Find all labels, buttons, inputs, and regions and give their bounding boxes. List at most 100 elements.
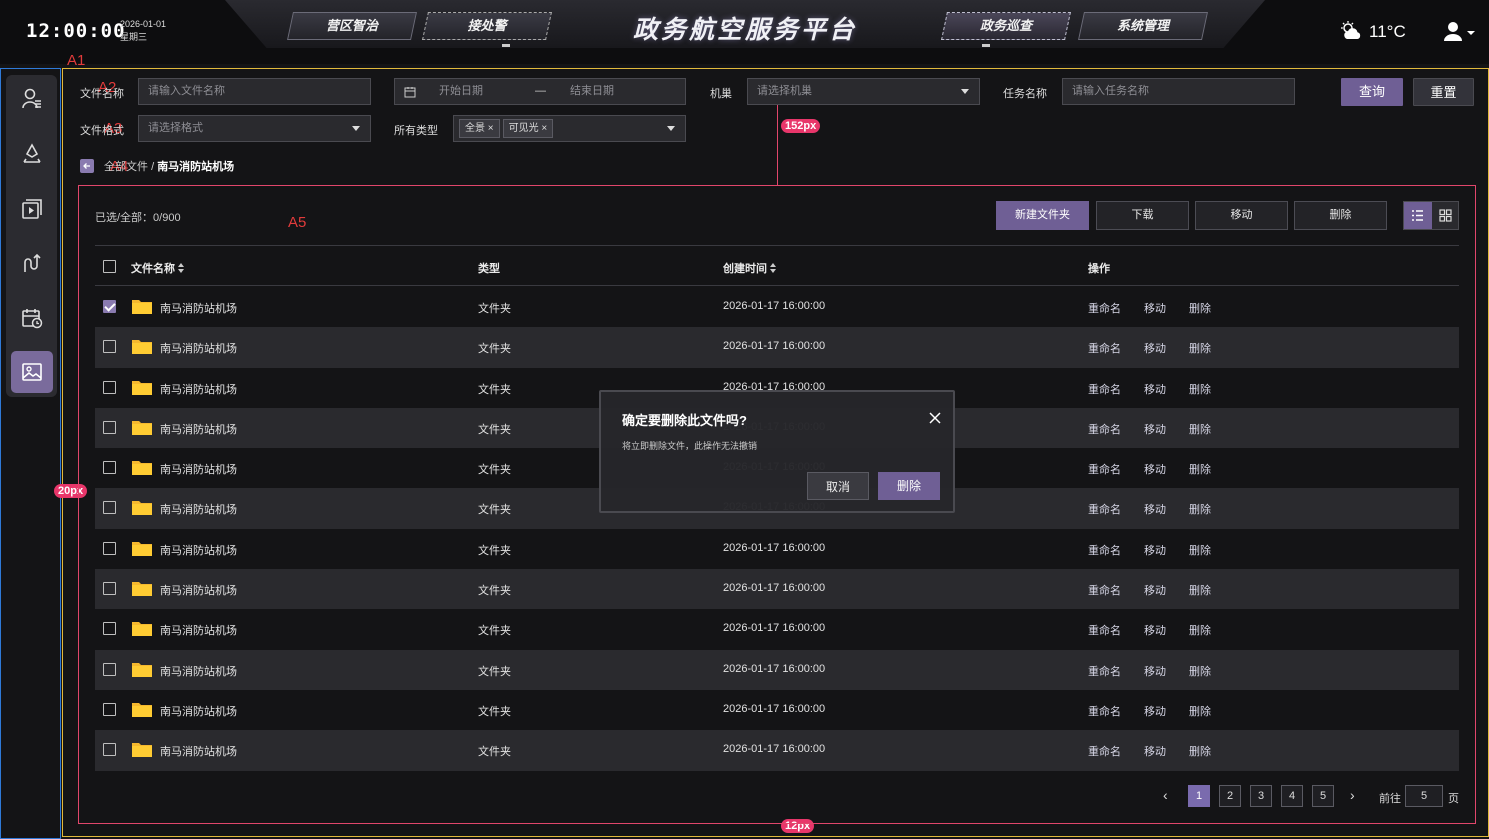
delete-action[interactable]: 删除	[1189, 381, 1211, 397]
row-checkbox[interactable]	[103, 662, 116, 676]
move-action[interactable]: 移动	[1144, 300, 1166, 316]
user-menu[interactable]	[1442, 21, 1476, 43]
sidebar-item-route[interactable]	[11, 242, 53, 284]
nav-system[interactable]: 系统管理	[1078, 12, 1208, 40]
move-button[interactable]: 移动	[1195, 201, 1288, 230]
rename-action[interactable]: 重命名	[1088, 461, 1121, 477]
reset-button[interactable]: 重置	[1413, 78, 1474, 106]
query-button[interactable]: 查询	[1341, 78, 1403, 106]
table-row[interactable]: 南马消防站机场 文件夹 2026-01-17 16:00:00 重命名 移动 删除	[95, 690, 1459, 730]
delete-action[interactable]: 删除	[1189, 501, 1211, 517]
move-action[interactable]: 移动	[1144, 461, 1166, 477]
rename-action[interactable]: 重命名	[1088, 582, 1121, 598]
table-row[interactable]: 南马消防站机场 文件夹 2026-01-17 16:00:00 重命名 移动 删除	[95, 327, 1459, 368]
format-select[interactable]: 请选择格式	[138, 115, 371, 142]
delete-action[interactable]: 删除	[1189, 703, 1211, 719]
close-icon[interactable]: ×	[541, 123, 547, 134]
sidebar-item-personnel[interactable]	[11, 78, 53, 120]
file-name[interactable]: 南马消防站机场	[160, 703, 237, 719]
rename-action[interactable]: 重命名	[1088, 421, 1121, 437]
file-name[interactable]: 南马消防站机场	[160, 300, 237, 316]
file-name[interactable]: 南马消防站机场	[160, 461, 237, 477]
breadcrumb-root[interactable]: 全部文件	[104, 161, 148, 173]
row-checkbox[interactable]	[103, 501, 116, 515]
nav-alarm[interactable]: 接处警	[422, 12, 552, 40]
move-action[interactable]: 移动	[1144, 501, 1166, 517]
file-name[interactable]: 南马消防站机场	[160, 381, 237, 397]
type-tag[interactable]: 全景 ×	[459, 119, 500, 138]
column-header-name[interactable]: 文件名称	[131, 260, 184, 276]
sidebar-item-location[interactable]	[11, 133, 53, 175]
move-action[interactable]: 移动	[1144, 542, 1166, 558]
delete-action[interactable]: 删除	[1189, 663, 1211, 679]
rename-action[interactable]: 重命名	[1088, 340, 1121, 356]
column-header-created[interactable]: 创建时间	[723, 260, 776, 276]
close-icon[interactable]: ×	[488, 123, 494, 134]
row-checkbox[interactable]	[103, 622, 116, 636]
task-input[interactable]: 请输入任务名称	[1062, 78, 1295, 105]
type-multiselect[interactable]: 全景 × 可见光 ×	[453, 115, 686, 142]
row-checkbox[interactable]	[103, 380, 116, 394]
page-button[interactable]: 3	[1250, 785, 1272, 807]
row-checkbox[interactable]	[103, 300, 116, 313]
row-checkbox[interactable]	[103, 582, 116, 596]
next-page-button[interactable]: ›	[1350, 787, 1355, 803]
delete-action[interactable]: 删除	[1189, 622, 1211, 638]
sort-icon[interactable]	[770, 263, 776, 273]
nest-select[interactable]: 请选择机巢	[747, 78, 980, 105]
table-row[interactable]: 南马消防站机场 文件夹 2026-01-17 16:00:00 重命名 移动 删除	[95, 287, 1459, 327]
page-button[interactable]: 5	[1312, 785, 1334, 807]
list-view-button[interactable]	[1404, 202, 1432, 229]
row-checkbox[interactable]	[103, 743, 116, 757]
table-row[interactable]: 南马消防站机场 文件夹 2026-01-17 16:00:00 重命名 移动 删除	[95, 730, 1459, 771]
table-row[interactable]: 南马消防站机场 文件夹 2026-01-17 16:00:00 重命名 移动 删除	[95, 569, 1459, 610]
rename-action[interactable]: 重命名	[1088, 381, 1121, 397]
file-name[interactable]: 南马消防站机场	[160, 501, 237, 517]
move-action[interactable]: 移动	[1144, 743, 1166, 759]
file-name[interactable]: 南马消防站机场	[160, 663, 237, 679]
type-tag[interactable]: 可见光 ×	[502, 119, 554, 138]
rename-action[interactable]: 重命名	[1088, 300, 1121, 316]
nav-camp[interactable]: 营区智治	[287, 12, 417, 40]
download-button[interactable]: 下载	[1096, 201, 1189, 230]
page-button[interactable]: 1	[1188, 785, 1210, 807]
table-row[interactable]: 南马消防站机场 文件夹 2026-01-17 16:00:00 重命名 移动 删除	[95, 649, 1459, 690]
date-range-picker[interactable]: 开始日期 — 结束日期	[394, 78, 686, 105]
rename-action[interactable]: 重命名	[1088, 622, 1121, 638]
file-name[interactable]: 南马消防站机场	[160, 582, 237, 598]
move-action[interactable]: 移动	[1144, 582, 1166, 598]
delete-action[interactable]: 删除	[1189, 300, 1211, 316]
cancel-button[interactable]: 取消	[807, 472, 869, 500]
row-checkbox[interactable]	[103, 340, 116, 354]
rename-action[interactable]: 重命名	[1088, 501, 1121, 517]
close-icon[interactable]	[928, 411, 942, 425]
sidebar-item-video[interactable]	[11, 188, 53, 230]
rename-action[interactable]: 重命名	[1088, 542, 1121, 558]
back-button[interactable]	[80, 159, 94, 173]
move-action[interactable]: 移动	[1144, 663, 1166, 679]
delete-action[interactable]: 删除	[1189, 542, 1211, 558]
page-button[interactable]: 4	[1281, 785, 1303, 807]
sort-icon[interactable]	[178, 263, 184, 273]
table-row[interactable]: 南马消防站机场 文件夹 2026-01-17 16:00:00 重命名 移动 删除	[95, 529, 1459, 569]
prev-page-button[interactable]: ‹	[1163, 787, 1168, 803]
grid-view-button[interactable]	[1432, 202, 1459, 229]
file-name[interactable]: 南马消防站机场	[160, 743, 237, 759]
move-action[interactable]: 移动	[1144, 622, 1166, 638]
move-action[interactable]: 移动	[1144, 421, 1166, 437]
file-name[interactable]: 南马消防站机场	[160, 421, 237, 437]
delete-action[interactable]: 删除	[1189, 743, 1211, 759]
file-name[interactable]: 南马消防站机场	[160, 340, 237, 356]
row-checkbox[interactable]	[103, 420, 116, 434]
nav-patrol[interactable]: 政务巡查	[941, 12, 1071, 40]
row-checkbox[interactable]	[103, 702, 116, 716]
move-action[interactable]: 移动	[1144, 340, 1166, 356]
rename-action[interactable]: 重命名	[1088, 663, 1121, 679]
move-action[interactable]: 移动	[1144, 703, 1166, 719]
delete-action[interactable]: 删除	[1189, 461, 1211, 477]
file-name-input[interactable]: 请输入文件名称	[138, 78, 371, 105]
delete-action[interactable]: 删除	[1189, 582, 1211, 598]
rename-action[interactable]: 重命名	[1088, 703, 1121, 719]
rename-action[interactable]: 重命名	[1088, 743, 1121, 759]
select-all-checkbox[interactable]	[103, 260, 116, 273]
